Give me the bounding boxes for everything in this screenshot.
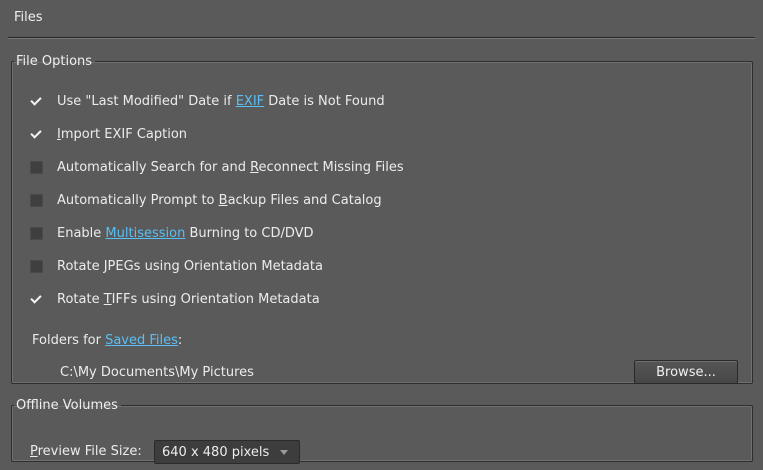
title-divider bbox=[8, 37, 755, 39]
saved-files-link[interactable]: Saved Files bbox=[105, 333, 178, 348]
browse-button[interactable]: Browse... bbox=[634, 360, 738, 384]
option-rotate-tiffs[interactable]: Rotate TIFFs using Orientation Metadata bbox=[30, 289, 320, 309]
checkbox-rotate-tiffs[interactable] bbox=[30, 293, 43, 306]
option-label: Automatically Prompt to Backup Files and… bbox=[57, 192, 382, 208]
preview-file-size-value: 640 x 480 pixels bbox=[162, 444, 270, 460]
offline-volumes-legend: Offline Volumes bbox=[16, 398, 118, 413]
option-label: Import EXIF Caption bbox=[57, 126, 188, 142]
chevron-down-icon bbox=[280, 449, 288, 455]
option-label: Rotate TIFFs using Orientation Metadata bbox=[57, 291, 320, 307]
option-label: Rotate JPEGs using Orientation Metadata bbox=[57, 258, 323, 274]
exif-link[interactable]: EXIF bbox=[236, 94, 264, 109]
preview-file-size-label: Preview File Size: bbox=[30, 444, 142, 459]
option-last-modified-date[interactable]: Use "Last Modified" Date if EXIF Date is… bbox=[30, 91, 385, 111]
option-label: Automatically Search for and Reconnect M… bbox=[57, 159, 404, 175]
option-multisession-burning[interactable]: Enable Multisession Burning to CD/DVD bbox=[30, 223, 314, 243]
option-rotate-jpegs[interactable]: Rotate JPEGs using Orientation Metadata bbox=[30, 256, 323, 276]
file-options-group: File Options Use "Last Modified" Date if… bbox=[11, 54, 753, 384]
option-label: Enable Multisession Burning to CD/DVD bbox=[57, 225, 314, 241]
option-label: Use "Last Modified" Date if EXIF Date is… bbox=[57, 93, 385, 109]
preview-file-size-select[interactable]: 640 x 480 pixels bbox=[154, 440, 300, 464]
checkbox-last-modified-date[interactable] bbox=[30, 95, 43, 108]
multisession-link[interactable]: Multisession bbox=[105, 226, 185, 241]
checkbox-reconnect-missing-files[interactable] bbox=[30, 160, 43, 174]
checkbox-multisession-burning[interactable] bbox=[30, 226, 43, 240]
option-import-exif-caption[interactable]: Import EXIF Caption bbox=[30, 124, 187, 144]
option-prompt-backup[interactable]: Automatically Prompt to Backup Files and… bbox=[30, 190, 382, 210]
page-title: Files bbox=[14, 10, 43, 25]
checkbox-import-exif-caption[interactable] bbox=[30, 128, 43, 141]
saved-files-folder-label: Folders for Saved Files: bbox=[32, 333, 183, 348]
checkbox-prompt-backup[interactable] bbox=[30, 193, 43, 207]
saved-files-path: C:\My Documents\My Pictures bbox=[60, 365, 254, 380]
checkbox-rotate-jpegs[interactable] bbox=[30, 259, 43, 273]
option-reconnect-missing-files[interactable]: Automatically Search for and Reconnect M… bbox=[30, 157, 404, 177]
file-options-legend: File Options bbox=[16, 54, 93, 69]
offline-volumes-group: Offline Volumes Preview File Size: 640 x… bbox=[11, 398, 753, 464]
